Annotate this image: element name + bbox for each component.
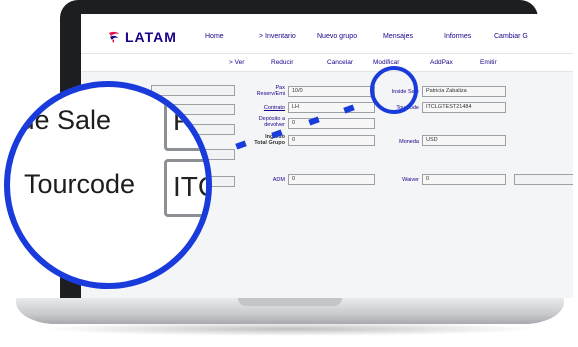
latam-logo[interactable]: LATAM <box>107 29 177 45</box>
deposito-field[interactable]: 0 <box>288 118 375 129</box>
laptop-opening-notch <box>238 298 342 306</box>
top-navigation-bar: LATAM Home > Inventario Nuevo grupo Mens… <box>81 14 573 54</box>
action-addpax[interactable]: AddPax <box>430 59 453 66</box>
waiver-field[interactable]: 0 <box>422 174 506 185</box>
nav-mensajes[interactable]: Mensajes <box>383 33 413 40</box>
action-modificar[interactable]: Modificar <box>373 59 399 66</box>
nav-cambiar-grupo[interactable]: Cambiar G <box>494 33 528 40</box>
laptop-shadow <box>40 322 540 336</box>
action-reducir[interactable]: Reducir <box>271 59 293 66</box>
action-ver[interactable]: > Ver <box>229 59 244 66</box>
latam-logo-icon <box>109 31 119 43</box>
adm-label: ADM <box>272 177 285 183</box>
nav-informes[interactable]: Informes <box>444 33 471 40</box>
inside-sale-field[interactable]: Patricia Zabaliza <box>422 86 506 97</box>
waiver-label: Waiver <box>402 177 419 183</box>
zoom-tourcode-label: Tourcode <box>24 169 136 199</box>
action-cancelar[interactable]: Cancelar <box>327 59 353 66</box>
nav-nuevo-grupo[interactable]: Nuevo grupo <box>317 33 357 40</box>
ingreso-total-field[interactable]: 0 <box>288 135 375 146</box>
adm-field[interactable]: 0 <box>288 174 375 185</box>
zoom-inside-sale-field: P <box>164 93 206 151</box>
moneda-field[interactable]: USD <box>422 135 506 146</box>
action-emitir[interactable]: Emitir <box>480 59 497 66</box>
deposito-label: Depósito a devolver <box>258 116 285 128</box>
magnifier-lens: side Sale P Tourcode ITC <box>4 81 212 289</box>
nav-inventario[interactable]: > Inventario <box>259 33 296 40</box>
pax-field[interactable]: 10/0 <box>288 86 375 97</box>
nav-home[interactable]: Home <box>205 33 224 40</box>
highlight-ring <box>370 66 418 114</box>
action-toolbar: > Ver Reducir Cancelar Modificar AddPax … <box>81 54 573 72</box>
zoom-inside-sale-label: side Sale <box>4 105 112 135</box>
zoom-tourcode-field: ITC <box>164 159 206 217</box>
contrato-field[interactable]: LH <box>288 102 375 113</box>
latam-logo-text: LATAM <box>125 29 177 45</box>
contrato-link[interactable]: Contrato <box>231 105 285 111</box>
tourcode-field[interactable]: ITCLGTEST21484 <box>422 102 506 113</box>
pax-label: Pax Reserv/Emi <box>256 85 285 97</box>
moneda-label: Moneda <box>399 139 419 145</box>
extra-field[interactable] <box>514 174 573 185</box>
